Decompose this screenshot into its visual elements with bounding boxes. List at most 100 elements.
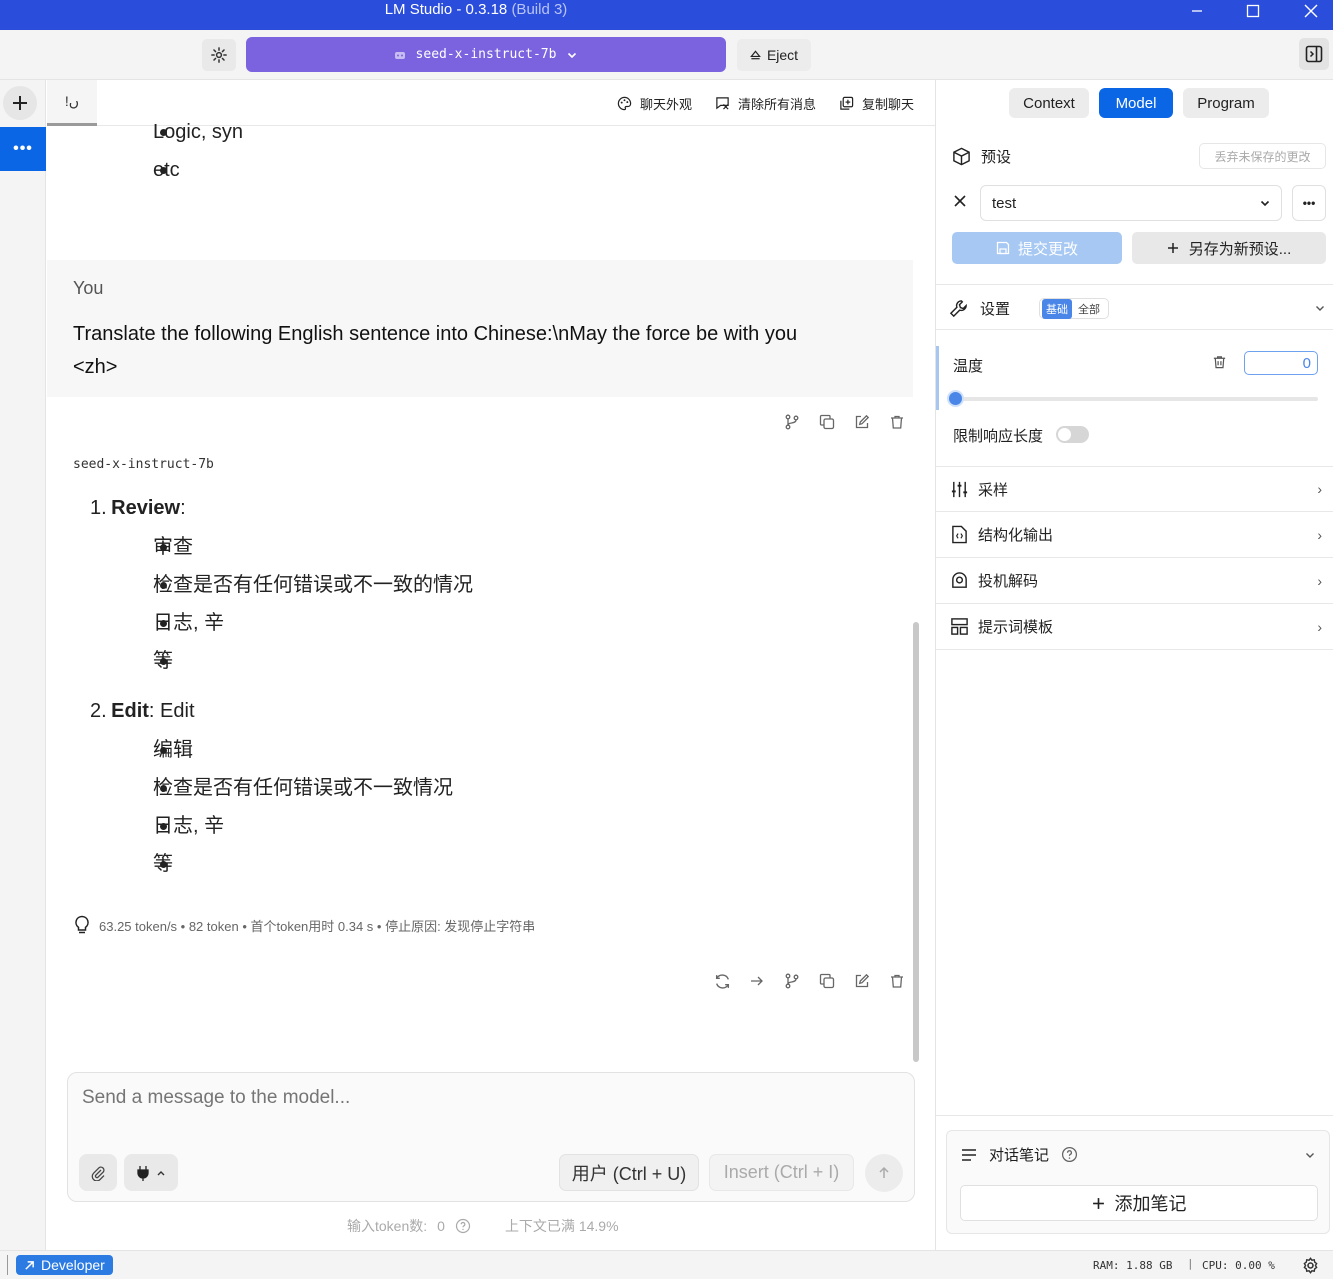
settings-section-header[interactable]: 设置 基础 全部 [936,284,1333,330]
edit-button[interactable] [853,972,871,990]
close-button[interactable] [1288,0,1333,22]
copy-button[interactable] [818,972,836,990]
maximize-button[interactable] [1230,0,1276,22]
clear-messages-button[interactable]: 清除所有消息 [715,94,816,113]
close-icon [1304,4,1318,18]
branch-button[interactable] [783,413,801,431]
message-author: You [73,278,104,298]
integrations-button[interactable] [124,1154,178,1191]
chevron-down-icon [1260,200,1270,207]
new-chat-button[interactable] [3,86,37,120]
edit-icon [855,973,870,988]
list-number: 1. [90,497,107,519]
settings-button[interactable] [202,39,236,71]
arrow-up-icon [879,1166,889,1178]
divider [936,1115,1333,1116]
previous-message-list: Logic, syn etc [73,113,473,189]
add-note-button[interactable]: 添加笔记 [960,1185,1318,1221]
copy-icon [819,973,835,989]
help-icon[interactable] [1061,1146,1078,1163]
chat-menu-button[interactable]: ••• [0,127,46,171]
tab-program[interactable]: Program [1183,88,1269,118]
discard-changes-button[interactable]: 丢弃未保存的更改 [1199,143,1326,169]
eject-icon [750,49,761,59]
save-as-preset-button[interactable]: 另存为新预设... [1132,232,1326,264]
delete-button[interactable] [888,972,906,990]
ram-usage: RAM: 1.88 GB [1093,1259,1173,1272]
sampling-section[interactable]: 采样 › [936,466,1333,512]
branch-icon [785,414,799,430]
model-selector[interactable]: seed-x-instruct-7b [246,37,726,72]
preset-label: 预设 [981,149,1012,166]
eject-button[interactable]: Eject [737,39,811,71]
gear-icon [211,47,227,63]
chevron-right-icon: › [1317,572,1322,589]
edit-button[interactable] [853,413,871,431]
branch-icon [785,973,799,989]
chat-scrollbar[interactable] [913,622,919,1062]
chevron-down-icon[interactable] [1304,1149,1316,1161]
regenerate-button[interactable] [713,972,731,990]
temperature-input[interactable] [1244,351,1318,375]
prompt-template-section[interactable]: 提示词模板 › [936,604,1333,650]
arrow-right-icon [751,976,763,986]
clear-preset-button[interactable] [953,194,967,213]
toggle-right-panel-button[interactable] [1299,38,1329,70]
message-input[interactable] [82,1087,882,1137]
branch-button[interactable] [783,972,801,990]
speculative-icon [948,571,970,590]
delete-button[interactable] [888,413,906,431]
temperature-active-indicator [936,346,939,410]
chat-notes-panel: 对话笔记 添加笔记 [946,1130,1330,1234]
duplicate-chat-button[interactable]: 复制聊天 [839,94,914,113]
list-item: 日志, 辛 [73,807,773,845]
list-item: 编辑 [73,731,773,769]
help-icon[interactable] [455,1218,471,1234]
speculative-decoding-section[interactable]: 投机解码 › [936,558,1333,604]
list-item: 等 [73,642,773,680]
edit-icon [855,414,870,429]
copy-button[interactable] [818,413,836,431]
app-settings-button[interactable] [1302,1257,1319,1277]
chat-appearance-button[interactable]: 聊天外观 [617,94,692,113]
role-button[interactable]: 用户 (Ctrl + U) [559,1154,699,1191]
minimize-button[interactable] [1174,0,1220,22]
insert-button[interactable]: Insert (Ctrl + I) [709,1154,854,1191]
section-label: 投机解码 [978,573,1039,590]
trash-icon[interactable] [1212,354,1227,370]
app-title: LM Studio - 0.3.18 [384,1,508,18]
commit-label: 提交更改 [1017,240,1078,258]
token-count-value: 0 [437,1218,445,1234]
notes-header[interactable]: 对话笔记 [961,1144,1078,1165]
divider: | [1187,1257,1194,1270]
attach-button[interactable] [79,1154,117,1191]
right-panel: Context Model Program 预设 丢弃未保存的更改 test •… [935,80,1333,1250]
mode-all[interactable]: 全部 [1072,299,1106,319]
panel-right-icon [1305,45,1323,63]
list-item: 等 [73,845,773,883]
temperature-slider-track[interactable] [947,390,1318,407]
lightbulb-icon [75,915,89,934]
role-button-label: 用户 (Ctrl + U) [571,1163,687,1184]
structured-output-section[interactable]: 结构化输出 › [936,512,1333,558]
duplicate-chat-label: 复制聊天 [862,97,915,112]
commit-changes-button[interactable]: 提交更改 [952,232,1122,264]
section-label: 提示词模板 [978,619,1054,636]
temperature-label: 温度 [953,358,984,375]
limit-length-toggle[interactable] [1056,426,1089,443]
developer-mode-button[interactable]: Developer [16,1255,113,1275]
chevron-right-icon: › [1317,526,1322,543]
discard-label: 丢弃未保存的更改 [1214,149,1311,164]
preset-more-button[interactable]: ••• [1292,185,1326,221]
preset-select[interactable]: test [980,185,1282,221]
tab-context[interactable]: Context [1009,88,1089,118]
temperature-slider-thumb[interactable] [947,390,964,407]
send-button[interactable] [865,1154,903,1192]
assistant-list-item-1: 1. Review: [90,489,186,527]
continue-button[interactable] [748,972,766,990]
list-item: 审查 [73,528,773,566]
mode-basic[interactable]: 基础 [1042,298,1072,319]
section-label: 结构化输出 [978,527,1054,544]
tab-model[interactable]: Model [1099,88,1173,118]
json-file-icon [948,525,970,544]
